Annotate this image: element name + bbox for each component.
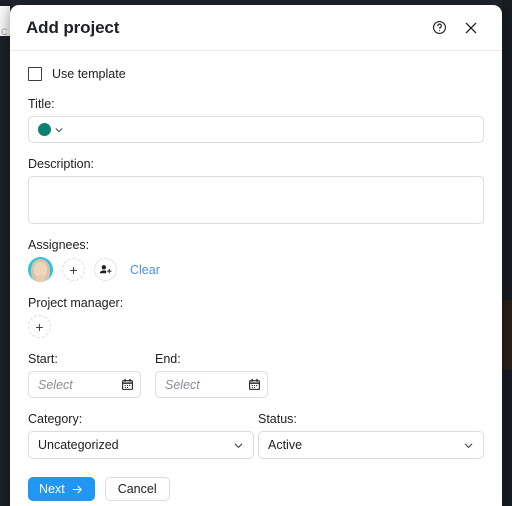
project-color-swatch[interactable] — [38, 123, 51, 136]
help-circle-icon[interactable] — [426, 15, 452, 41]
avatar-neck — [36, 275, 45, 282]
project-manager-label: Project manager: — [28, 296, 124, 310]
close-icon[interactable] — [458, 15, 484, 41]
start-date-placeholder: Select — [38, 377, 73, 392]
end-date-input[interactable]: Select — [155, 371, 268, 398]
start-date-label: Start: — [28, 352, 58, 366]
use-template-row: Use template — [28, 67, 484, 81]
category-select[interactable]: Uncategorized — [28, 431, 254, 459]
chevron-down-icon[interactable] — [463, 440, 474, 451]
clear-assignees-link[interactable]: Clear — [130, 263, 160, 277]
calendar-icon[interactable] — [248, 378, 261, 391]
category-label: Category: — [28, 412, 83, 426]
dates-row: Start: Select End: Select — [28, 352, 484, 398]
title-field-block: Title: — [28, 97, 484, 143]
start-date-block: Start: Select — [28, 352, 141, 398]
chevron-down-icon[interactable] — [54, 125, 64, 135]
assignees-label: Assignees: — [28, 238, 90, 252]
dialog-body: Use template Title: Description: Assigne… — [10, 51, 502, 461]
add-project-manager-button[interactable]: + — [28, 315, 51, 338]
page-title: Add project — [26, 17, 120, 37]
background-ghost-text: C — [1, 27, 8, 37]
start-date-input[interactable]: Select — [28, 371, 141, 398]
category-status-row: Category: Uncategorized Status: Active — [28, 412, 484, 459]
next-button[interactable]: Next — [28, 477, 95, 501]
description-label: Description: — [28, 157, 94, 171]
screen: C Add project Use template Title: Descri… — [0, 0, 512, 506]
status-label: Status: — [258, 412, 297, 426]
person-add-icon[interactable] — [94, 258, 117, 281]
description-field-block: Description: — [28, 157, 484, 224]
assignees-row: + Clear — [28, 257, 484, 282]
description-input[interactable] — [28, 176, 484, 224]
category-block: Category: Uncategorized — [28, 412, 254, 459]
category-value: Uncategorized — [38, 438, 119, 452]
calendar-icon[interactable] — [121, 378, 134, 391]
add-project-dialog: Add project Use template Title: Descript… — [10, 5, 502, 506]
avatar[interactable] — [28, 257, 53, 282]
next-button-label: Next — [39, 482, 65, 496]
title-input[interactable] — [28, 116, 484, 143]
background-left-panel — [0, 0, 10, 506]
background-right-accent — [502, 300, 512, 370]
end-date-placeholder: Select — [165, 377, 200, 392]
dialog-header: Add project — [10, 5, 502, 51]
status-select[interactable]: Active — [258, 431, 484, 459]
dialog-footer: Next Cancel — [10, 461, 502, 506]
background-right-strip — [502, 0, 512, 506]
cancel-button[interactable]: Cancel — [104, 477, 170, 501]
assignees-block: Assignees: + Clear — [28, 238, 484, 282]
arrow-right-icon — [71, 483, 84, 496]
project-manager-block: Project manager: + — [28, 296, 484, 338]
add-assignee-button[interactable]: + — [62, 258, 85, 281]
end-date-block: End: Select — [155, 352, 268, 398]
title-label: Title: — [28, 97, 55, 111]
status-value: Active — [268, 438, 303, 452]
status-block: Status: Active — [258, 412, 484, 459]
end-date-label: End: — [155, 352, 181, 366]
chevron-down-icon[interactable] — [233, 440, 244, 451]
use-template-label: Use template — [52, 67, 126, 81]
use-template-checkbox[interactable] — [28, 67, 42, 81]
